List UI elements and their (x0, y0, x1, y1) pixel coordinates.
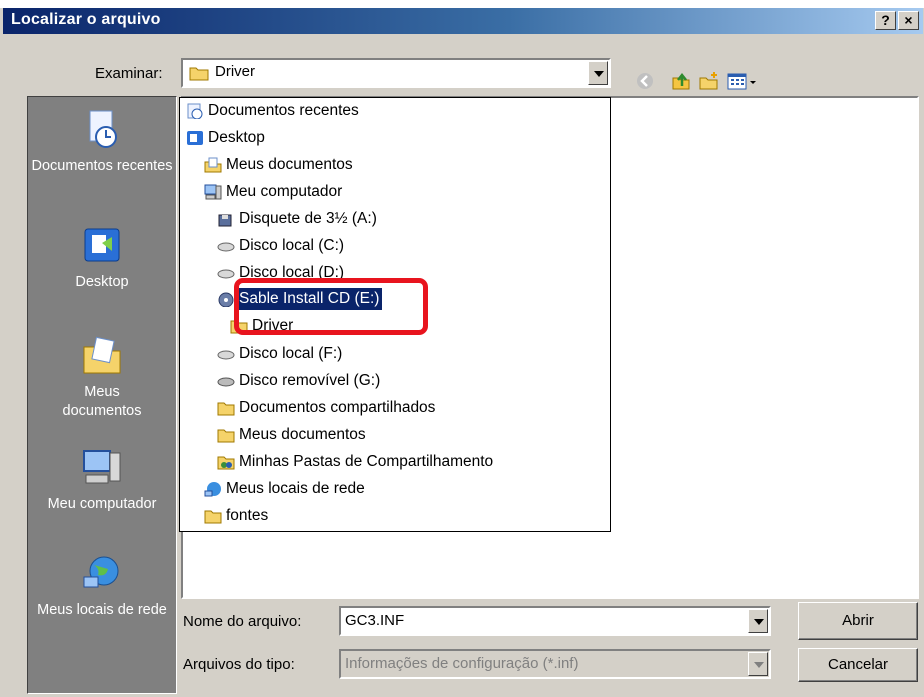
folder-icon (204, 510, 222, 524)
desktop-icon (84, 228, 120, 262)
place-desktop[interactable]: Desktop (28, 223, 176, 292)
close-button[interactable]: × (898, 11, 919, 30)
place-my-documents[interactable]: Meus documentos (28, 333, 176, 421)
filename-label: Nome do arquivo: (183, 613, 302, 630)
filetype-dropdown-button[interactable] (748, 652, 768, 676)
computer-icon (83, 450, 121, 484)
help-button[interactable]: ? (875, 11, 896, 30)
open-file-dialog: Localizar o arquivo ? × Examinar: Driver… (0, 8, 924, 697)
recent-docs-icon (89, 110, 117, 148)
place-my-computer[interactable]: Meu computador (28, 445, 176, 514)
cd-icon (218, 292, 234, 307)
up-folder-icon[interactable] (671, 71, 691, 91)
filename-value: GC3.INF (345, 612, 405, 629)
network-icon (83, 556, 119, 588)
filetype-value: Informações de configuração (*.inf) (345, 655, 579, 672)
folder-icon (217, 402, 235, 416)
lookin-combo[interactable]: Driver (181, 58, 611, 88)
filename-input[interactable]: GC3.INF (339, 606, 771, 636)
recent-docs-icon (187, 103, 203, 119)
computer-icon (204, 184, 222, 200)
place-recent-documents[interactable]: Documentos recentes (28, 107, 176, 176)
filename-dropdown-button[interactable] (748, 609, 768, 633)
drive-icon (217, 350, 235, 360)
folder-icon (217, 429, 235, 443)
title-bar[interactable]: Localizar o arquivo ? × (3, 8, 923, 34)
floppy-icon (218, 214, 232, 227)
removable-drive-icon (217, 377, 235, 387)
places-bar: Documentos recentes Desktop Meus documen… (27, 96, 177, 694)
open-button[interactable]: Abrir (798, 602, 918, 640)
red-highlight-box (234, 278, 428, 335)
place-network[interactable]: Meus locais de rede (28, 551, 176, 620)
window-title: Localizar o arquivo (11, 11, 161, 28)
view-menu-icon[interactable] (727, 71, 759, 91)
filetype-select[interactable]: Informações de configuração (*.inf) (339, 649, 771, 679)
lookin-label: Examinar: (95, 65, 163, 82)
filetype-label: Arquivos do tipo: (183, 656, 295, 673)
folder-icon (189, 67, 209, 81)
back-icon[interactable] (635, 71, 655, 91)
new-folder-icon[interactable] (699, 71, 719, 91)
network-icon (204, 482, 221, 497)
my-documents-icon (204, 157, 222, 173)
lookin-value: Driver (215, 63, 255, 80)
lookin-dropdown-button[interactable] (588, 61, 608, 85)
drive-icon (217, 242, 235, 252)
drive-icon (217, 269, 235, 279)
desktop-icon (187, 131, 203, 145)
cancel-button[interactable]: Cancelar (798, 648, 918, 682)
shared-folder-icon (217, 456, 235, 470)
my-documents-icon (83, 336, 121, 374)
